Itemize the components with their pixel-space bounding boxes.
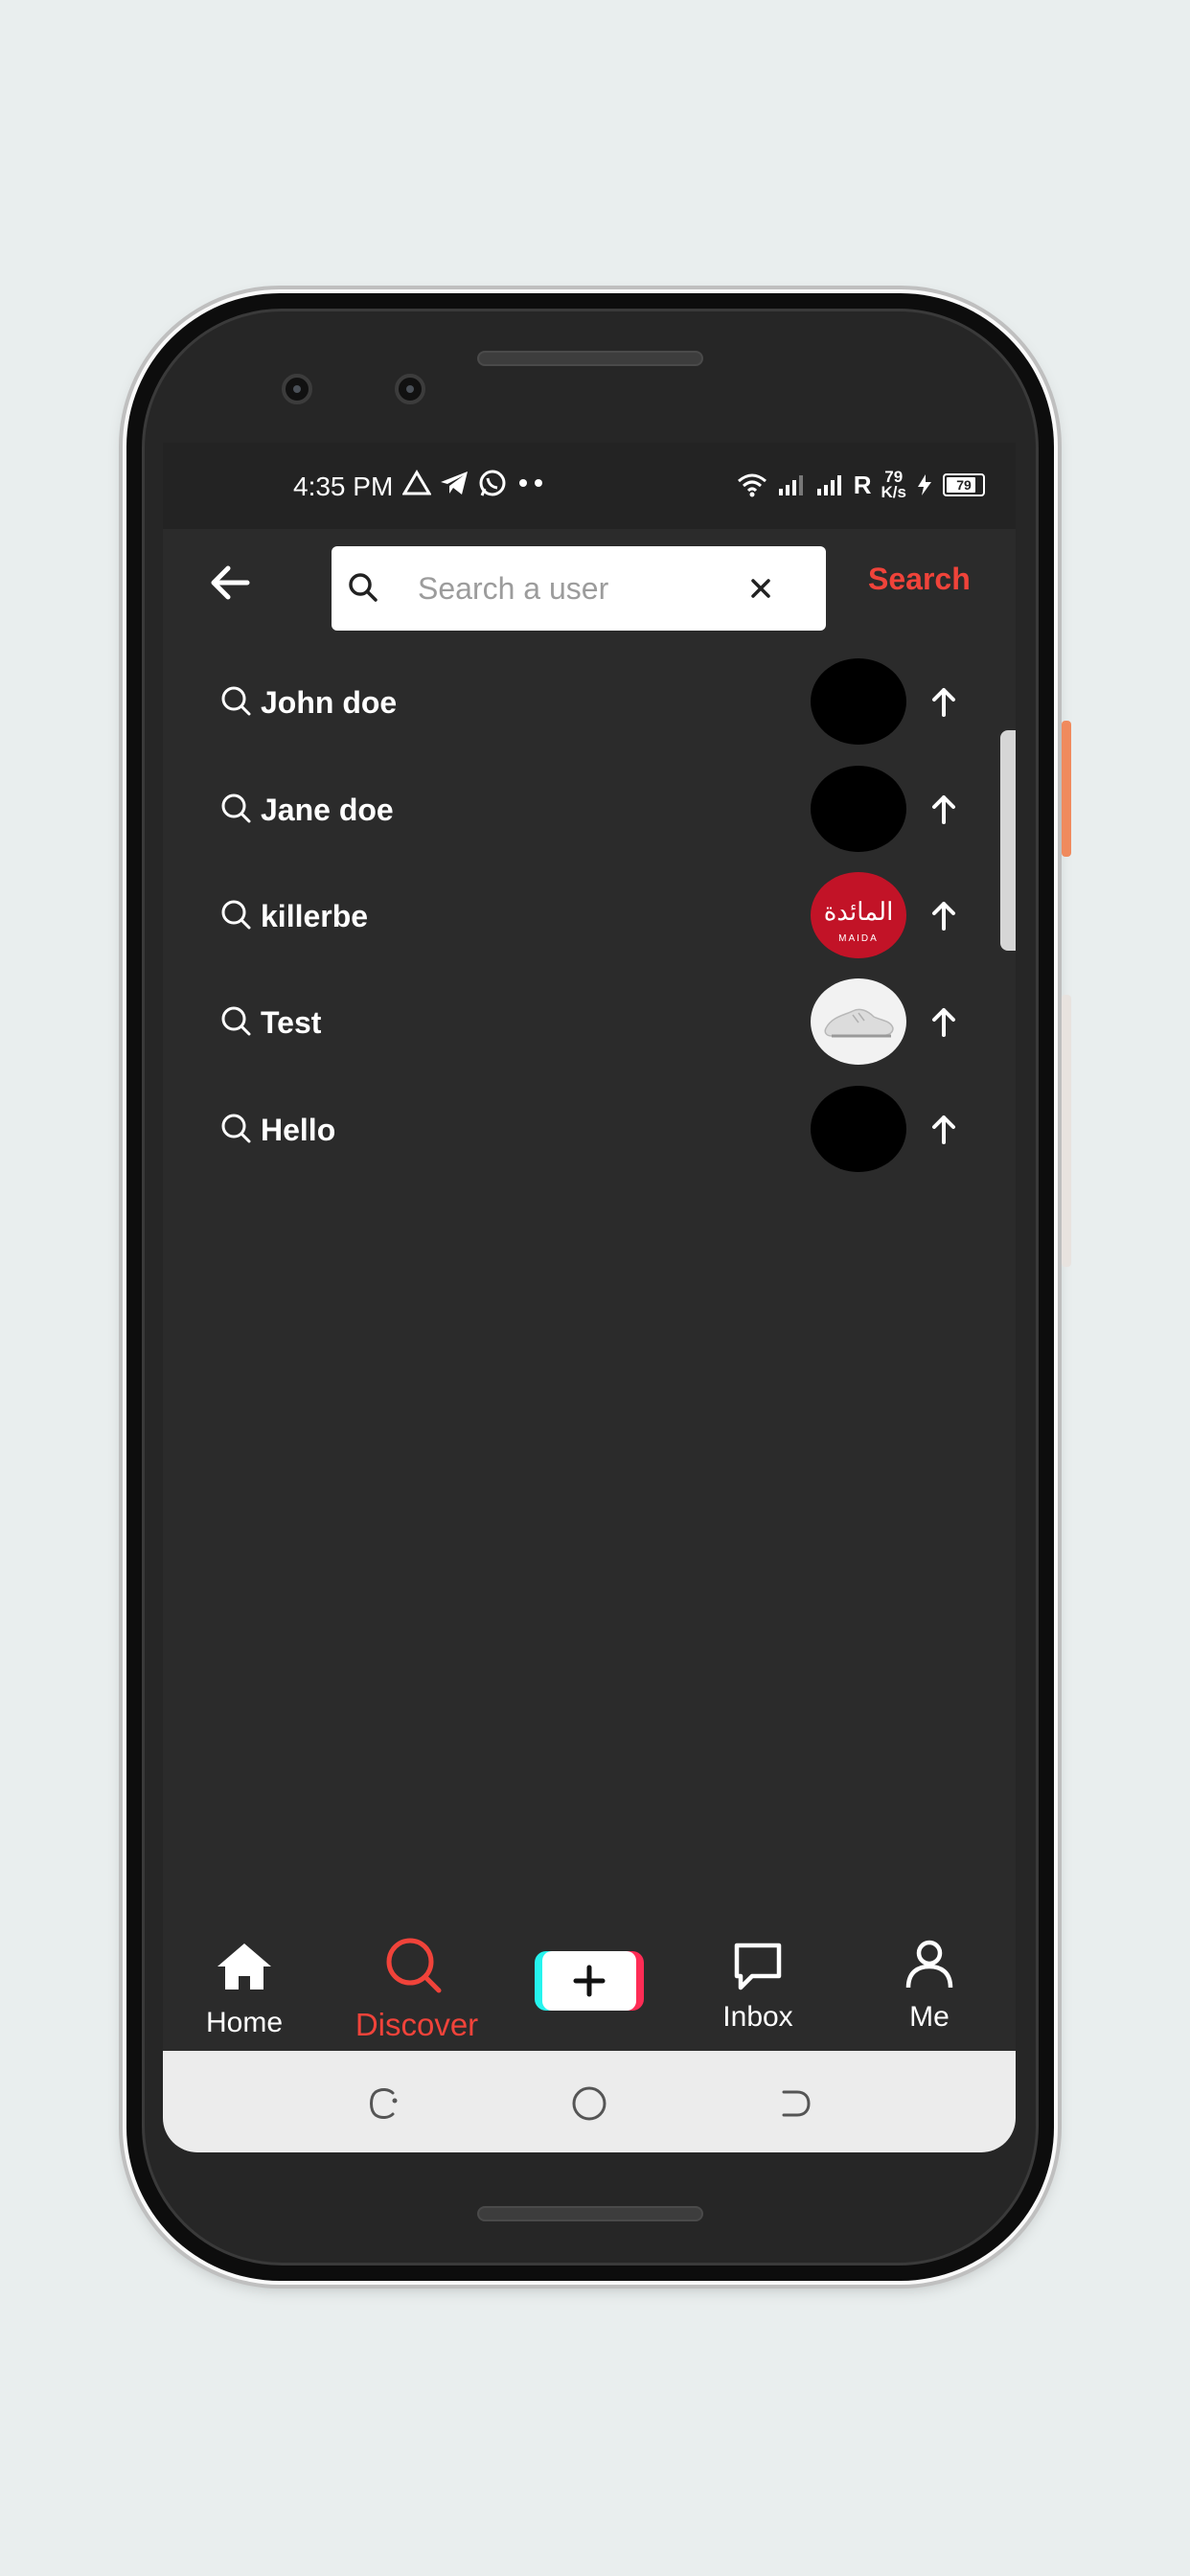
status-right-group: R 79 K/s 79: [737, 469, 985, 501]
back-arrow-icon[interactable]: [201, 554, 259, 611]
arrow-up-icon[interactable]: [925, 790, 963, 828]
power-button: [1062, 721, 1071, 857]
recent-apps-icon[interactable]: [360, 2080, 408, 2128]
warning-triangle-icon: [402, 470, 431, 495]
suggestion-item[interactable]: Test: [218, 974, 985, 1070]
signal-icon-2: [816, 475, 841, 495]
whatsapp-icon: [479, 470, 506, 496]
search-icon: [349, 573, 378, 602]
status-time: 4:35 PM: [293, 472, 394, 501]
arrow-up-icon[interactable]: [925, 896, 963, 934]
roaming-indicator: R: [853, 470, 872, 499]
nav-home[interactable]: Home: [163, 1924, 326, 2062]
search-input[interactable]: [418, 564, 734, 613]
avatar: [811, 766, 906, 852]
arrow-up-icon[interactable]: [925, 682, 963, 721]
battery-icon: 79: [943, 473, 985, 496]
nav-me[interactable]: Me: [848, 1924, 1011, 2062]
avatar-logo-subtext: MAIDA: [838, 933, 879, 944]
nav-inbox-label: Inbox: [722, 2001, 793, 2033]
charging-icon: [918, 474, 931, 495]
avatar-logo-text: المائدة: [824, 898, 894, 927]
discover-search-icon: [386, 1938, 442, 1993]
search-icon: [221, 900, 251, 930]
suggestion-label: Jane doe: [261, 793, 394, 827]
home-icon: [217, 1944, 271, 1990]
avatar: المائدة MAIDA: [811, 872, 906, 958]
suggestion-label: Test: [261, 1005, 322, 1040]
suggestion-item[interactable]: Hello: [218, 1081, 985, 1177]
search-icon: [221, 1114, 251, 1143]
arrow-up-icon[interactable]: [925, 1110, 963, 1148]
nav-me-label: Me: [909, 2001, 950, 2033]
sneaker-image: [824, 1008, 894, 1038]
more-dots-icon: [519, 479, 542, 487]
suggestion-item[interactable]: Jane doe: [218, 761, 985, 857]
avatar: [811, 978, 906, 1065]
suggestion-label: Hello: [261, 1113, 336, 1147]
search-icon: [221, 686, 251, 716]
nav-home-label: Home: [205, 2007, 284, 2038]
wifi-icon: [737, 473, 767, 497]
nav-inbox[interactable]: Inbox: [676, 1924, 839, 2062]
nav-discover-label: Discover: [355, 2007, 479, 2042]
volume-button: [1062, 995, 1071, 1267]
telegram-icon: [441, 472, 468, 494]
notification-icons: [402, 468, 548, 498]
suggestion-label: John doe: [261, 685, 398, 720]
search-button[interactable]: Search: [868, 562, 971, 597]
battery-level: 79: [956, 477, 972, 493]
front-camera: [282, 374, 312, 404]
app-screen: 4:35 PM R 79 K/s 79 Search a user Search…: [163, 443, 1016, 2152]
clear-icon[interactable]: [740, 567, 782, 610]
signal-icon: [778, 475, 803, 495]
search-bar: [332, 546, 826, 631]
inbox-chat-icon: [734, 1943, 782, 1990]
scrollbar[interactable]: [1000, 730, 1016, 951]
avatar: [811, 1086, 906, 1172]
search-icon: [221, 1006, 251, 1036]
status-bar: 4:35 PM R 79 K/s 79: [163, 443, 1016, 529]
avatar: [811, 658, 906, 745]
avatar-logo: المائدة MAIDA: [824, 898, 894, 944]
bottom-nav: Home Discover Inbox Me: [163, 1924, 1016, 2062]
plus-icon: [573, 1965, 606, 1997]
nav-discover[interactable]: Discover: [335, 1924, 498, 2062]
back-system-icon[interactable]: [770, 2080, 818, 2128]
create-button[interactable]: [535, 1951, 644, 2011]
network-speed: 79 K/s: [881, 469, 906, 501]
search-icon: [221, 794, 251, 823]
suggestion-label: killerbe: [261, 899, 369, 933]
arrow-up-icon[interactable]: [925, 1002, 963, 1041]
home-circle-icon[interactable]: [565, 2080, 613, 2128]
earpiece-speaker: [477, 351, 703, 366]
suggestion-item[interactable]: John doe: [218, 654, 985, 749]
front-sensor: [395, 374, 425, 404]
network-speed-unit: K/s: [881, 483, 906, 501]
bottom-speaker: [477, 2206, 703, 2221]
profile-icon: [905, 1940, 953, 1989]
system-nav-bar: [163, 2051, 1016, 2152]
suggestion-item[interactable]: killerbe المائدة MAIDA: [218, 867, 985, 963]
